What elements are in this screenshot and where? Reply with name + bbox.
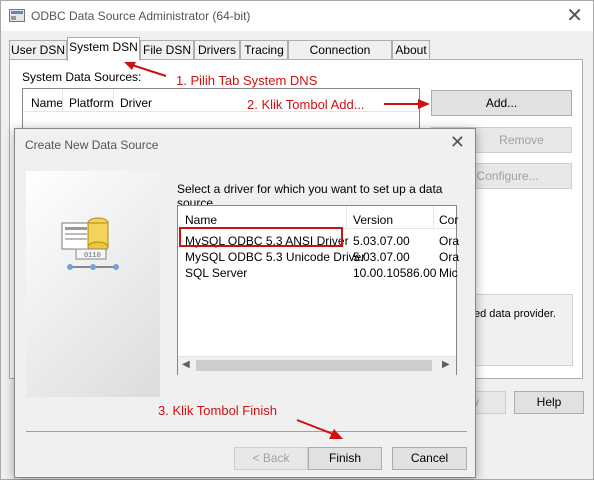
driver-list-header xyxy=(178,206,456,229)
scroll-right-icon[interactable]: ▶ xyxy=(442,359,450,370)
column-header-platform[interactable]: Platform xyxy=(69,96,114,110)
finish-button[interactable]: Finish xyxy=(308,447,382,470)
annotation-arrow-3 xyxy=(296,419,343,439)
dialog-divider xyxy=(26,431,467,432)
title-bar: ODBC Data Source Administrator (64-bit) … xyxy=(1,1,593,31)
column-divider xyxy=(433,206,434,228)
driver-row[interactable]: MySQL ODBC 5.3 Unicode Driver 5.03.07.00… xyxy=(178,249,460,265)
tab-about[interactable]: About xyxy=(392,40,430,60)
driver-version: 5.03.07.00 xyxy=(353,250,410,264)
driver-column-company[interactable]: Cor xyxy=(439,213,458,227)
tab-system-dsn[interactable]: System DSN xyxy=(67,37,140,61)
odbc-datasource-icon: 0110 xyxy=(61,217,119,270)
dialog-close-icon[interactable]: ✕ xyxy=(450,132,465,153)
driver-name: MySQL ODBC 5.3 Unicode Driver xyxy=(185,250,366,264)
info-text: ed data provider. xyxy=(474,308,556,320)
cancel-button[interactable]: Cancel xyxy=(392,447,467,470)
annotation-step-3: 3. Klik Tombol Finish xyxy=(158,403,277,418)
dialog-title: Create New Data Source xyxy=(25,138,159,152)
driver-version: 10.00.10586.00 xyxy=(353,266,437,280)
column-divider xyxy=(346,206,347,228)
driver-company: Ora xyxy=(439,234,460,248)
annotation-arrow-2 xyxy=(384,99,430,109)
driver-company: Ora xyxy=(439,250,460,264)
help-button[interactable]: Help xyxy=(514,391,584,414)
driver-version: 5.03.07.00 xyxy=(353,234,410,248)
column-divider xyxy=(113,89,114,111)
horizontal-scrollbar[interactable]: ◀ ▶ xyxy=(178,356,456,375)
driver-company: Mic xyxy=(439,266,458,280)
highlight-box xyxy=(179,227,343,247)
tab-file-dsn[interactable]: File DSN xyxy=(140,40,194,60)
create-new-data-source-dialog: Create New Data Source ✕ 0110 Select a d… xyxy=(14,128,476,478)
svg-text:0110: 0110 xyxy=(84,252,101,260)
driver-name: SQL Server xyxy=(185,266,248,280)
driver-row[interactable]: SQL Server 10.00.10586.00 Mic xyxy=(178,265,458,281)
scroll-left-icon[interactable]: ◀ xyxy=(182,359,190,370)
column-header-name[interactable]: Name xyxy=(31,96,63,110)
annotation-step-2: 2. Klik Tombol Add... xyxy=(247,97,365,112)
back-button[interactable]: < Back xyxy=(234,447,308,470)
scrollbar-thumb[interactable] xyxy=(196,360,432,371)
annotation-arrow-1 xyxy=(124,62,167,77)
odbc-app-icon xyxy=(9,9,25,22)
column-header-driver[interactable]: Driver xyxy=(120,96,152,110)
driver-column-name[interactable]: Name xyxy=(185,213,217,227)
annotation-step-1: 1. Pilih Tab System DNS xyxy=(176,73,318,88)
window-title: ODBC Data Source Administrator (64-bit) xyxy=(31,9,251,23)
tab-drivers[interactable]: Drivers xyxy=(194,40,240,60)
driver-column-version[interactable]: Version xyxy=(353,213,393,227)
tab-user-dsn[interactable]: User DSN xyxy=(9,40,67,60)
add-button[interactable]: Add... xyxy=(431,90,572,116)
close-icon[interactable]: ✕ xyxy=(566,3,583,28)
wizard-banner: 0110 xyxy=(26,171,160,397)
tab-connection-pooling[interactable]: Connection Pooling xyxy=(288,40,392,76)
column-divider xyxy=(62,89,63,111)
tab-tracing[interactable]: Tracing xyxy=(240,40,288,60)
